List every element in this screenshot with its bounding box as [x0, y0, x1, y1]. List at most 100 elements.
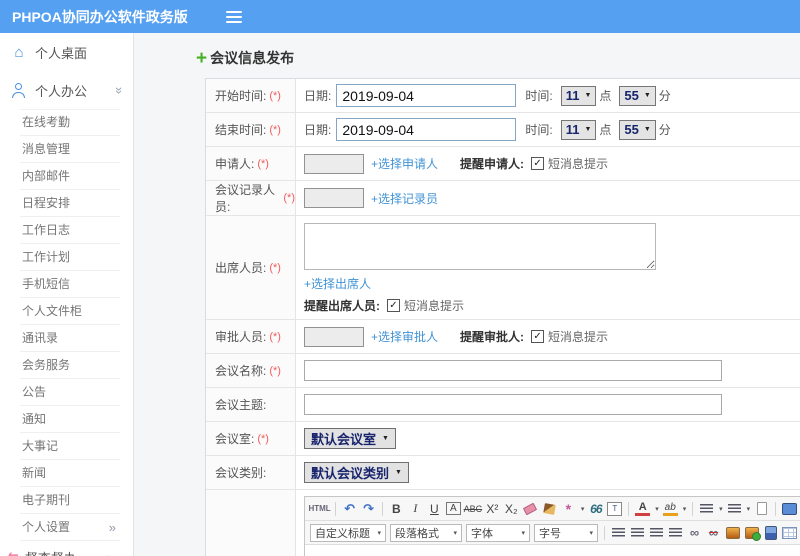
rich-text-editor: HTML ↶ ↷ B I U A ABC X² X₂ * ▾ 66 T A ▾ … — [304, 496, 800, 556]
strikethrough-button[interactable]: ABC — [464, 501, 483, 517]
format-brush-icon[interactable] — [542, 501, 557, 517]
date-label: 日期: — [304, 123, 332, 137]
attendees-sms-checkbox[interactable]: ✓ — [387, 299, 400, 312]
redo-icon[interactable]: ↷ — [361, 501, 376, 517]
editor-content-area[interactable] — [305, 545, 800, 556]
form-row-meeting-name: 会议名称: (*) — [206, 354, 800, 388]
end-date-input[interactable] — [336, 118, 517, 141]
upload-image-button[interactable] — [744, 525, 761, 541]
font-color-button[interactable]: A — [635, 501, 651, 516]
select-approver-link[interactable]: +选择审批人 — [371, 328, 438, 345]
insert-table-button[interactable] — [782, 525, 797, 541]
recorder-input[interactable] — [304, 188, 364, 208]
meeting-subject-input[interactable] — [304, 394, 722, 415]
caret-down-icon: ▼ — [382, 435, 389, 442]
minute-unit-label: 分 — [658, 123, 671, 137]
align-center-button[interactable] — [630, 525, 645, 541]
meeting-room-select[interactable]: 默认会议室 ▼ — [304, 428, 396, 449]
sidebar-item-contacts[interactable]: 通讯录 — [20, 325, 120, 352]
select-applicant-link[interactable]: +选择申请人 — [371, 155, 438, 172]
ordered-list-button[interactable] — [699, 501, 714, 517]
text-border-button[interactable]: A — [445, 502, 461, 515]
remove-link-button[interactable]: ∞ — [706, 525, 721, 541]
editor-toolbar-row1: HTML ↶ ↷ B I U A ABC X² X₂ * ▾ 66 T A ▾ … — [305, 497, 800, 521]
underline-button[interactable]: U — [427, 501, 442, 517]
remind-approver-label: 提醒审批人: — [460, 330, 525, 344]
field-label: 会议类别: — [215, 466, 267, 480]
blockquote-button[interactable]: 66 — [588, 501, 603, 517]
new-page-icon[interactable] — [754, 501, 769, 517]
sidebar-item-news[interactable]: 新闻 — [20, 460, 120, 487]
caret-down-icon: ▾ — [589, 529, 593, 537]
caret-down-icon: ▾ — [682, 505, 687, 513]
insert-link-button[interactable]: ∞ — [687, 525, 702, 541]
start-minute-select[interactable]: 55 ▼ — [619, 85, 656, 106]
sidebar-item-internal-mail[interactable]: 内部邮件 — [20, 163, 120, 190]
sidebar-item-work-plan[interactable]: 工作计划 — [20, 244, 120, 271]
sidebar-item-sms[interactable]: 手机短信 — [20, 271, 120, 298]
font-size-select[interactable]: 字号 ▾ — [534, 523, 598, 542]
sidebar-item-message-management[interactable]: 消息管理 — [20, 136, 120, 163]
form-row-recorder: 会议记录人员: (*) +选择记录员 — [206, 181, 800, 216]
approver-sms-checkbox[interactable]: ✓ — [531, 330, 545, 343]
end-hour-select[interactable]: 11 ▼ — [560, 119, 597, 140]
sidebar-item-announcement[interactable]: 公告 — [20, 379, 120, 406]
undo-icon[interactable]: ↶ — [342, 501, 357, 517]
start-date-input[interactable] — [336, 84, 517, 107]
sidebar: ⌂ 个人桌面 个人办公 » 在线考勤 消息管理 内部邮件 日程安排 工作日志 工… — [0, 33, 134, 556]
align-justify-button[interactable] — [668, 525, 683, 541]
highlight-color-button[interactable]: ab — [662, 502, 678, 516]
paragraph-format-select[interactable]: 段落格式 ▾ — [390, 523, 462, 542]
fullscreen-icon[interactable] — [781, 501, 797, 517]
insert-image-button[interactable] — [725, 525, 740, 541]
sidebar-item-conference-services[interactable]: 会务服务 — [20, 352, 120, 379]
hamburger-menu-icon[interactable] — [225, 8, 242, 26]
subscript-button[interactable]: X₂ — [504, 501, 519, 517]
sidebar-item-work-log[interactable]: 工作日志 — [20, 217, 120, 244]
sidebar-item-online-attendance[interactable]: 在线考勤 — [20, 109, 120, 136]
autoformat-wand-icon[interactable]: * — [561, 501, 576, 517]
unordered-list-button[interactable] — [727, 501, 742, 517]
italic-button[interactable]: I — [408, 501, 423, 517]
applicant-input[interactable] — [304, 153, 364, 174]
html-source-button[interactable]: HTML — [308, 501, 330, 517]
remind-attendees-label: 提醒出席人员: — [304, 299, 380, 313]
superscript-button[interactable]: X² — [485, 501, 500, 517]
sidebar-item-major-events[interactable]: 大事记 — [20, 433, 120, 460]
meeting-name-input[interactable] — [304, 360, 722, 381]
applicant-sms-checkbox[interactable]: ✓ — [531, 157, 545, 170]
attendees-textarea[interactable] — [304, 223, 656, 270]
select-recorder-link[interactable]: +选择记录员 — [371, 190, 438, 207]
approver-input[interactable] — [304, 326, 364, 347]
minute-unit-label: 分 — [658, 89, 671, 103]
meeting-form: 开始时间:(*) 日期: 时间: 11▼ 点 55▼ 分 结束时间:(*) 日期… — [205, 78, 800, 556]
field-label: 会议记录人员: — [215, 183, 276, 214]
sidebar-item-notice[interactable]: 通知 — [20, 406, 120, 433]
font-family-select[interactable]: 字体 ▾ — [466, 523, 530, 542]
page-title: 会议信息发布 — [210, 50, 295, 66]
meeting-category-select[interactable]: 默认会议类别 ▼ — [304, 462, 409, 483]
sidebar-item-personal-settings[interactable]: 个人设置 » — [20, 514, 120, 541]
sidebar-item-personal-desktop[interactable]: ⌂ 个人桌面 — [0, 33, 133, 71]
end-minute-select[interactable]: 55 ▼ — [619, 119, 656, 140]
align-right-button[interactable] — [649, 525, 664, 541]
sidebar-item-personal-files[interactable]: 个人文件柜 — [20, 298, 120, 325]
select-attendees-link[interactable]: +选择出席人 — [304, 275, 371, 292]
bold-button[interactable]: B — [389, 501, 404, 517]
form-row-applicant: 申请人: (*) +选择申请人 提醒申请人: ✓ 短消息提示 — [206, 147, 800, 181]
sidebar-item-personal-office[interactable]: 个人办公 » — [0, 71, 133, 109]
caret-down-icon: ▾ — [580, 505, 585, 513]
align-left-button[interactable] — [611, 525, 626, 541]
insert-media-button[interactable] — [763, 525, 778, 541]
paste-icon[interactable]: T — [607, 501, 623, 516]
custom-heading-select[interactable]: 自定义标题 ▾ — [310, 523, 386, 542]
sidebar-item-label: 个人桌面 — [35, 45, 88, 61]
sidebar-item-supervision[interactable]: ⇆ 督查督办 » — [0, 541, 133, 556]
eraser-icon[interactable] — [523, 501, 538, 517]
field-label: 出席人员: — [215, 261, 267, 275]
sidebar-item-schedule[interactable]: 日程安排 — [20, 190, 120, 217]
field-label: 会议室: — [215, 432, 255, 446]
start-hour-select[interactable]: 11 ▼ — [560, 85, 597, 106]
sidebar-item-e-journal[interactable]: 电子期刊 — [20, 487, 120, 514]
required-mark: (*) — [269, 330, 281, 343]
